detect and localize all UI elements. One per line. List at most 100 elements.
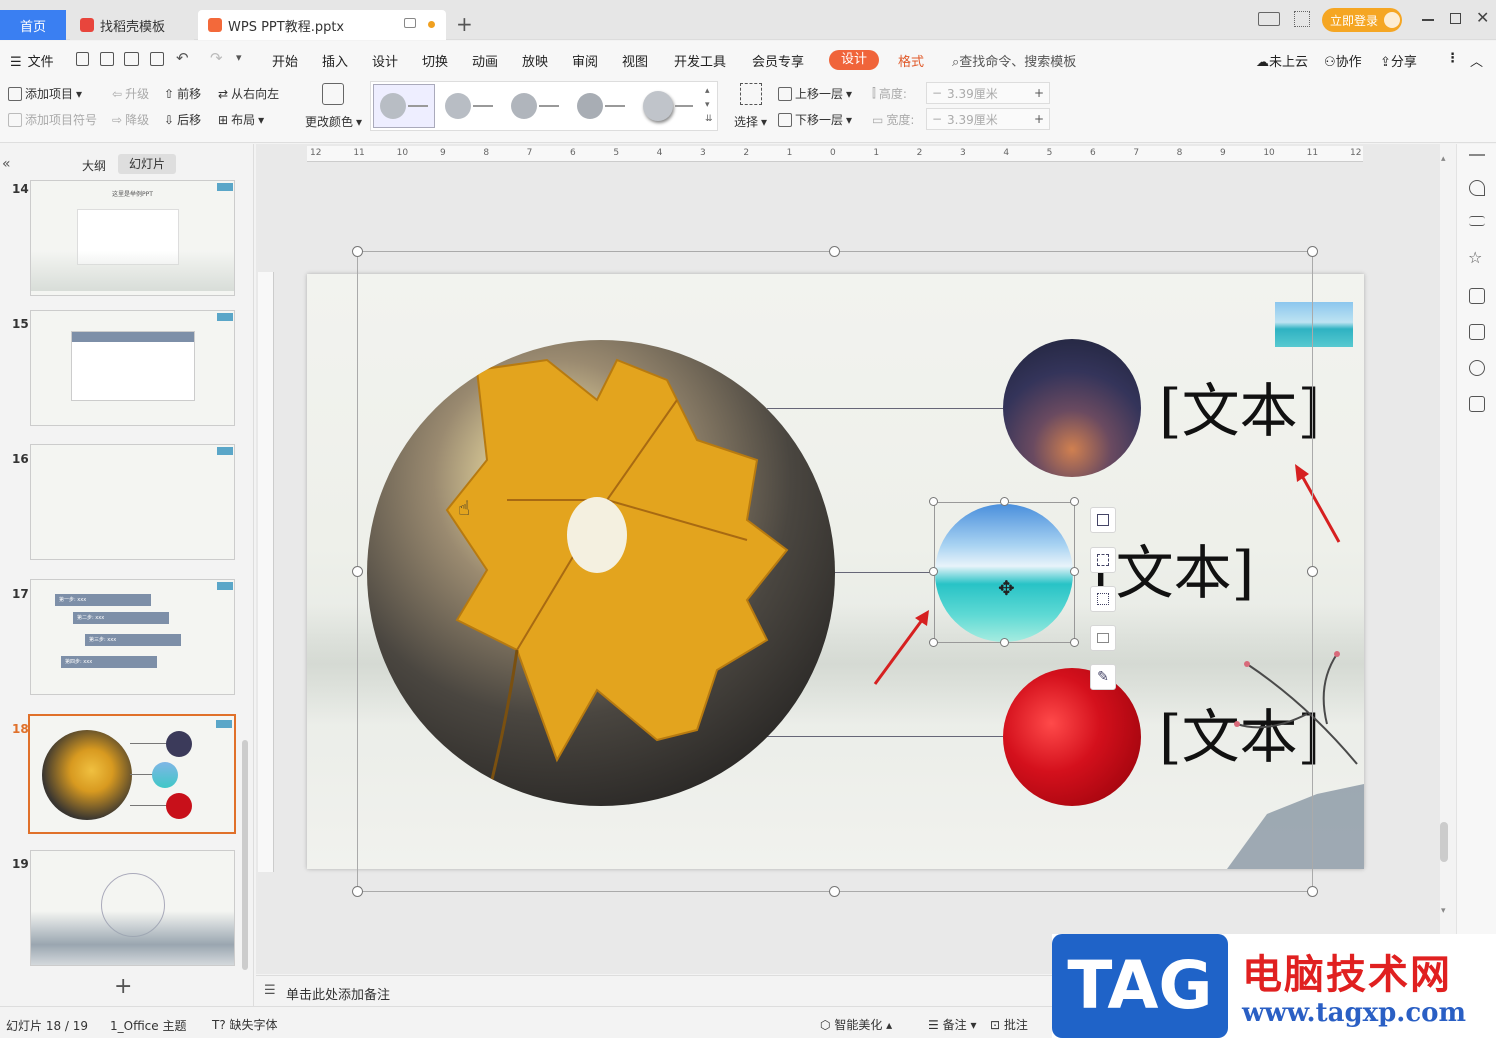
text-placeholder-2[interactable]: [文本]	[1093, 544, 1254, 602]
rocket-icon[interactable]	[1469, 180, 1485, 196]
leaf-image-circle[interactable]	[367, 340, 835, 806]
select-arrow-icon[interactable]	[740, 83, 762, 105]
menu-item-devtools[interactable]: 开发工具	[674, 51, 726, 70]
redo-icon[interactable]: ↷	[210, 49, 223, 67]
resize-handle[interactable]	[352, 566, 363, 577]
shape-handle[interactable]	[929, 567, 938, 576]
style-option-3[interactable]	[505, 84, 567, 128]
more-icon[interactable]: ⋮	[1446, 51, 1459, 66]
tab-smartart-design[interactable]: 设计	[829, 50, 879, 70]
resize-handle[interactable]	[1307, 886, 1318, 897]
tab-template[interactable]: 找稻壳模板	[70, 10, 194, 40]
share-button[interactable]: ⇪分享	[1380, 51, 1417, 70]
menu-item-slideshow[interactable]: 放映	[522, 51, 548, 70]
menu-item-insert[interactable]: 插入	[322, 51, 348, 70]
search-box[interactable]: ⌕查找命令、搜索模板	[952, 51, 1076, 70]
style-option-5[interactable]	[637, 84, 699, 128]
menu-item-design[interactable]: 设计	[372, 51, 398, 70]
collab-button[interactable]: ⚇协作	[1324, 51, 1362, 70]
shape-handle[interactable]	[1000, 638, 1009, 647]
shape-handle[interactable]	[1070, 567, 1079, 576]
shape-tree-icon[interactable]	[1090, 586, 1116, 612]
select-button[interactable]: 选择 ▾	[734, 113, 767, 130]
resize-handle[interactable]	[829, 886, 840, 897]
close-icon[interactable]: ✕	[1476, 8, 1489, 27]
preview-icon[interactable]	[150, 52, 164, 66]
scroll-down-icon[interactable]: ▾	[1441, 906, 1446, 916]
add-item-button[interactable]: 添加项目 ▾	[8, 85, 82, 102]
brush-icon[interactable]: ✎	[1090, 664, 1116, 690]
animation-icon[interactable]	[1469, 324, 1485, 340]
collapse-panel-icon[interactable]: «	[2, 156, 11, 172]
missing-font-button[interactable]: T? 缺失字体	[212, 1016, 278, 1033]
maximize-icon[interactable]	[1450, 13, 1461, 24]
change-color-button[interactable]: 更改颜色 ▾	[305, 113, 362, 130]
minimize-icon[interactable]	[1422, 19, 1434, 21]
bring-forward-button[interactable]: 上移一层 ▾	[778, 85, 852, 102]
shape-handle[interactable]	[1000, 497, 1009, 506]
book-icon[interactable]	[1469, 396, 1485, 412]
minus-icon[interactable]: −	[927, 112, 947, 126]
notes-toggle-button[interactable]: ☰ 备注 ▾	[928, 1016, 976, 1033]
login-button[interactable]: 立即登录	[1322, 8, 1402, 32]
plus-icon[interactable]: +	[1029, 86, 1049, 100]
tab-format[interactable]: 格式	[898, 51, 924, 70]
slide-thumb-15[interactable]	[30, 310, 235, 426]
minus-icon[interactable]: −	[927, 86, 947, 100]
style-option-1[interactable]	[373, 84, 435, 128]
undo-icon[interactable]: ↶	[176, 49, 189, 67]
save-icon[interactable]	[76, 52, 89, 66]
slide-thumb-16[interactable]	[30, 444, 235, 560]
resize-handle[interactable]	[352, 246, 363, 257]
scroll-up-icon[interactable]: ▴	[1441, 154, 1446, 164]
add-shape-icon[interactable]	[1090, 507, 1116, 533]
quick-access-dropdown-icon[interactable]: ▾	[236, 51, 242, 64]
slide-thumb-19[interactable]	[30, 850, 235, 966]
print-icon[interactable]	[124, 52, 139, 66]
text-placeholder-1[interactable]: [文本]	[1159, 382, 1320, 440]
resize-handle[interactable]	[829, 246, 840, 257]
tab-document[interactable]: WPS PPT教程.pptx	[198, 10, 446, 40]
silk-image-circle[interactable]	[1003, 668, 1141, 806]
canvas-scrollbar[interactable]	[1440, 822, 1448, 862]
grid-icon[interactable]	[1294, 11, 1310, 27]
adjust-icon[interactable]	[1469, 216, 1485, 226]
theme-name[interactable]: 1_Office 主题	[110, 1017, 186, 1034]
slide-thumb-14[interactable]: 这里是举例PPT	[30, 180, 235, 296]
change-layout-icon[interactable]	[1090, 547, 1116, 573]
comments-button[interactable]: ⊡ 批注	[990, 1016, 1028, 1033]
resize-handle[interactable]	[352, 886, 363, 897]
monitor-icon[interactable]	[404, 18, 416, 28]
add-bullet-button[interactable]: 添加项目符号	[8, 111, 97, 128]
tab-outline[interactable]: 大纲	[82, 157, 106, 174]
tab-home[interactable]: 首页	[0, 10, 66, 40]
layout-icon[interactable]	[1258, 12, 1280, 26]
downgrade-button[interactable]: ⇨ 降级	[112, 111, 149, 128]
palette-icon[interactable]	[322, 83, 344, 105]
city-image-circle[interactable]	[1003, 339, 1141, 477]
height-stepper[interactable]: −3.39厘米 +	[926, 82, 1050, 104]
slide-thumb-18-selected[interactable]	[28, 714, 236, 834]
location-icon[interactable]	[1469, 360, 1485, 376]
menu-item-transition[interactable]: 切换	[422, 51, 448, 70]
menu-item-review[interactable]: 审阅	[572, 51, 598, 70]
transition-icon[interactable]	[1469, 288, 1485, 304]
upgrade-button[interactable]: ⇦ 升级	[112, 85, 149, 102]
gallery-scroll[interactable]: ▴ ▾ ⇊	[705, 84, 713, 126]
star-icon[interactable]: ☆	[1468, 248, 1482, 267]
tab-slides[interactable]: 幻灯片	[118, 154, 176, 174]
smart-beautify-button[interactable]: ⬡ 智能美化 ▴	[820, 1016, 892, 1033]
move-backward-button[interactable]: ⇩ 后移	[164, 111, 201, 128]
menu-item-start[interactable]: 开始	[272, 51, 298, 70]
shape-handle[interactable]	[1070, 497, 1079, 506]
collapse-ribbon-icon[interactable]: ︿	[1470, 51, 1483, 70]
add-slide-plus-icon[interactable]: +	[114, 974, 132, 999]
layout-button[interactable]: ⊞ 布局 ▾	[218, 111, 264, 128]
style-option-2[interactable]	[439, 84, 501, 128]
resize-handle[interactable]	[1307, 566, 1318, 577]
shape-handle[interactable]	[929, 497, 938, 506]
text-box-icon[interactable]	[1090, 625, 1116, 651]
menu-item-view[interactable]: 视图	[622, 51, 648, 70]
right-to-left-button[interactable]: ⇄ 从右向左	[218, 85, 279, 102]
resize-handle[interactable]	[1307, 246, 1318, 257]
